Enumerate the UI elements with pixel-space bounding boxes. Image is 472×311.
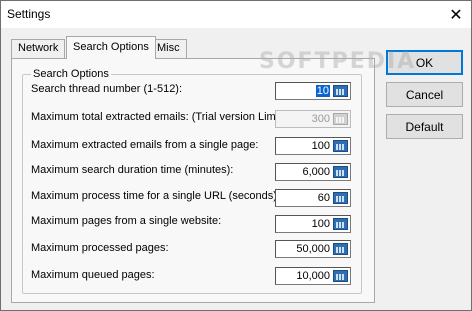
max-total-emails-spinbox: 300 bbox=[275, 110, 351, 128]
max-search-duration-spinbox[interactable]: 6,000 bbox=[275, 163, 351, 181]
settings-dialog: Settings ✕ Network Search Options Misc S… bbox=[0, 0, 472, 311]
max-process-time-spinbox[interactable]: 60 bbox=[275, 189, 351, 207]
max-processed-pages-spinbox[interactable]: 50,000 bbox=[275, 240, 351, 258]
calculator-icon[interactable] bbox=[333, 270, 348, 282]
tab-network[interactable]: Network bbox=[11, 39, 66, 58]
calculator-icon[interactable] bbox=[333, 192, 348, 204]
calculator-icon[interactable] bbox=[333, 85, 348, 97]
window-title: Settings bbox=[7, 7, 51, 21]
title-bar: Settings ✕ bbox=[1, 1, 471, 28]
group-label: Search Options bbox=[31, 68, 111, 80]
thread-number-spinbox[interactable]: 10 bbox=[275, 82, 351, 100]
max-pages-per-site-spinbox[interactable]: 100 bbox=[275, 215, 351, 233]
max-processed-pages-label: Maximum processed pages: bbox=[31, 242, 169, 254]
calculator-icon[interactable] bbox=[333, 166, 348, 178]
max-queued-pages-value: 10,000 bbox=[296, 270, 330, 282]
max-total-emails-value: 300 bbox=[311, 113, 330, 125]
cancel-button[interactable]: Cancel bbox=[386, 82, 463, 107]
max-processed-pages-value: 50,000 bbox=[296, 243, 330, 255]
max-pages-per-site-value: 100 bbox=[311, 218, 330, 230]
thread-number-value: 10 bbox=[315, 85, 330, 97]
calculator-icon[interactable] bbox=[333, 243, 348, 255]
close-icon[interactable]: ✕ bbox=[441, 1, 471, 28]
max-process-time-value: 60 bbox=[317, 192, 330, 204]
search-options-group: Search Options bbox=[22, 68, 362, 294]
max-total-emails-label: Maximum total extracted emails: (Trial v… bbox=[31, 111, 285, 123]
tab-panel-search-options: Search Options Search thread number (1-5… bbox=[11, 58, 375, 303]
thread-number-label: Search thread number (1-512): bbox=[31, 83, 183, 95]
tab-search-options[interactable]: Search Options bbox=[66, 36, 156, 59]
default-button[interactable]: Default bbox=[386, 114, 463, 139]
max-search-duration-value: 6,000 bbox=[302, 166, 330, 178]
max-queued-pages-spinbox[interactable]: 10,000 bbox=[275, 267, 351, 285]
calculator-icon bbox=[333, 113, 348, 125]
max-emails-per-page-value: 100 bbox=[311, 140, 330, 152]
watermark-logo: SOFTPEDIA bbox=[259, 49, 417, 74]
max-pages-per-site-label: Maximum pages from a single website: bbox=[31, 215, 222, 227]
max-queued-pages-label: Maximum queued pages: bbox=[31, 269, 155, 281]
max-emails-per-page-label: Maximum extracted emails from a single p… bbox=[31, 139, 259, 151]
calculator-icon[interactable] bbox=[333, 140, 348, 152]
calculator-icon[interactable] bbox=[333, 218, 348, 230]
max-search-duration-label: Maximum search duration time (minutes): bbox=[31, 164, 234, 176]
max-process-time-label: Maximum process time for a single URL (s… bbox=[31, 190, 281, 202]
max-emails-per-page-spinbox[interactable]: 100 bbox=[275, 137, 351, 155]
